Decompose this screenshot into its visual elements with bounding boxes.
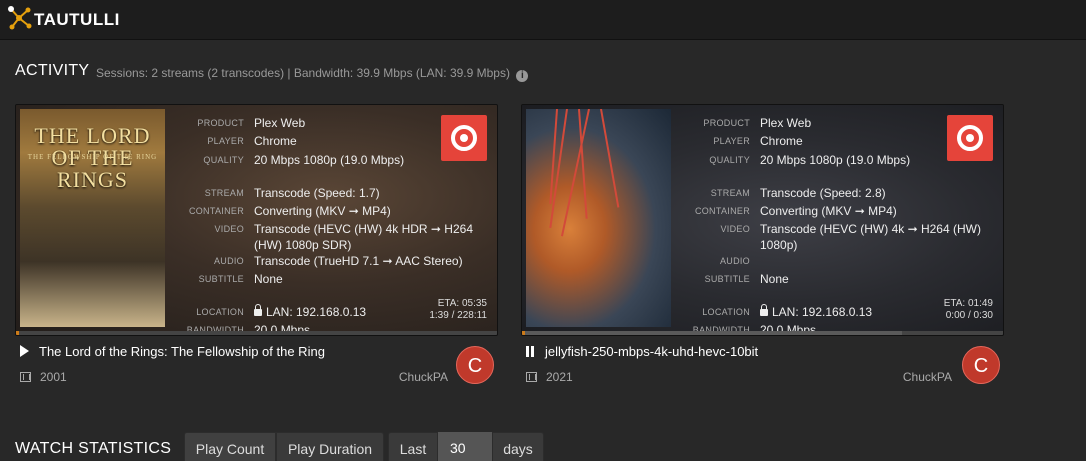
poster-subtitle-text: THE FELLOWSHIP OF THE RING — [27, 153, 158, 161]
video-poster[interactable] — [526, 109, 671, 327]
location-label: LOCATION — [702, 307, 750, 317]
info-icon[interactable]: i — [516, 70, 529, 82]
audio-label: AUDIO — [719, 256, 750, 266]
audio-label: AUDIO — [213, 256, 244, 266]
player-label: PLAYER — [713, 136, 750, 146]
app-name[interactable]: TAUTULLI — [34, 10, 120, 30]
quality-label: QUALITY — [203, 155, 244, 165]
session-card[interactable]: THE LORD OF THE RINGS THE FELLOWSHIP OF … — [15, 104, 498, 336]
subtitle-label: SUBTITLE — [704, 274, 750, 284]
progress-bar[interactable] — [16, 331, 497, 335]
film-icon — [526, 372, 537, 382]
video-value: Transcode (HEVC (HW) 4k HDR ➞ H264 (HW) … — [254, 222, 473, 252]
time-text: 0:00 / 0:30 — [945, 310, 993, 321]
location-label: LOCATION — [196, 307, 244, 317]
days-input[interactable] — [438, 432, 492, 461]
session-title[interactable]: The Lord of the Rings: The Fellowship of… — [20, 344, 325, 359]
chrome-icon[interactable] — [441, 115, 487, 161]
stream-value: Transcode (Speed: 2.8) — [760, 186, 886, 200]
buffer-fill — [522, 331, 902, 335]
year-text: 2021 — [546, 370, 573, 384]
product-label: PRODUCT — [197, 118, 244, 128]
time-text: 1:39 / 228:11 — [429, 310, 487, 321]
user-avatar[interactable]: C — [456, 346, 494, 384]
movie-poster[interactable]: THE LORD OF THE RINGS THE FELLOWSHIP OF … — [20, 109, 165, 327]
video-label: VIDEO — [720, 224, 750, 234]
subtitle-value: None — [760, 272, 789, 286]
quality-label: QUALITY — [709, 155, 750, 165]
play-duration-button[interactable]: Play Duration — [276, 432, 384, 461]
days-label: days — [492, 432, 544, 461]
eta-block: ETA: 05:35 1:39 / 228:11 — [429, 298, 487, 322]
session-user[interactable]: ChuckPA — [832, 370, 952, 384]
stream-label: STREAM — [710, 188, 750, 198]
year-text: 2001 — [40, 370, 67, 384]
user-avatar[interactable]: C — [962, 346, 1000, 384]
container-label: CONTAINER — [188, 206, 244, 216]
stream-label: STREAM — [204, 188, 244, 198]
activity-summary-text: Sessions: 2 streams (2 transcodes) | Ban… — [96, 66, 510, 80]
progress-fill — [522, 331, 525, 335]
play-icon — [20, 345, 29, 357]
lock-icon — [760, 304, 768, 316]
activity-heading: ACTIVITY — [15, 62, 90, 79]
play-count-button[interactable]: Play Count — [184, 432, 276, 461]
subtitle-label: SUBTITLE — [198, 274, 244, 284]
top-navbar: TAUTULLI — [0, 0, 1086, 40]
player-label: PLAYER — [207, 136, 244, 146]
film-icon — [20, 372, 31, 382]
container-label: CONTAINER — [694, 206, 750, 216]
session-user[interactable]: ChuckPA — [328, 370, 448, 384]
last-label: Last — [388, 432, 438, 461]
chrome-icon[interactable] — [947, 115, 993, 161]
audio-value: Transcode (TrueHD 7.1 ➞ AAC Stereo) — [254, 254, 463, 268]
lock-icon — [254, 304, 262, 316]
container-value: Converting (MKV ➞ MP4) — [254, 204, 391, 218]
session-year: 2021 — [526, 370, 573, 384]
activity-summary: Sessions: 2 streams (2 transcodes) | Ban… — [96, 66, 529, 82]
pause-icon — [526, 346, 535, 357]
session-title[interactable]: jellyfish-250-mbps-4k-uhd-hevc-10bit — [526, 344, 758, 359]
eta-text: ETA: 01:49 — [943, 298, 993, 309]
eta-block: ETA: 01:49 0:00 / 0:30 — [944, 298, 993, 322]
tautulli-logo-icon[interactable] — [6, 4, 34, 32]
progress-fill — [16, 331, 20, 335]
progress-bar[interactable] — [522, 331, 1003, 335]
video-label: VIDEO — [214, 224, 244, 234]
location-text: LAN: 192.168.0.13 — [266, 305, 367, 319]
product-label: PRODUCT — [703, 118, 750, 128]
watch-statistics-heading: WATCH STATISTICS — [15, 440, 172, 457]
subtitle-value: None — [254, 272, 283, 286]
session-year: 2001 — [20, 370, 67, 384]
container-value: Converting (MKV ➞ MP4) — [760, 204, 897, 218]
session-card[interactable]: PRODUCT Plex Web PLAYER Chrome QUALITY 20 M… — [521, 104, 1004, 336]
eta-text: ETA: 05:35 — [437, 298, 487, 309]
location-text: LAN: 192.168.0.13 — [772, 305, 873, 319]
session-title-text: jellyfish-250-mbps-4k-uhd-hevc-10bit — [545, 344, 759, 359]
video-value: Transcode (HEVC (HW) 4k ➞ H264 (HW) 1080… — [760, 222, 981, 252]
stream-value: Transcode (Speed: 1.7) — [254, 186, 380, 200]
session-title-text: The Lord of the Rings: The Fellowship of… — [39, 344, 325, 359]
